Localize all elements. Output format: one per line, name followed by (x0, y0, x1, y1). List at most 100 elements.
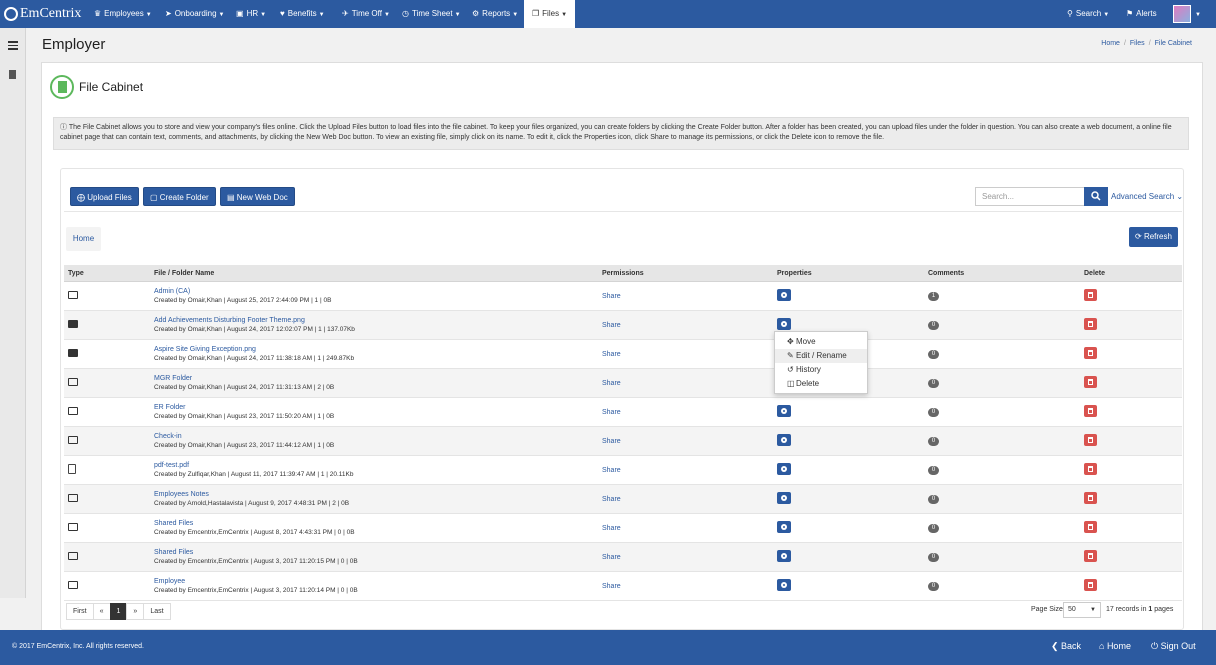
trash-icon[interactable] (1084, 434, 1097, 446)
upload-files-button[interactable]: ⨁ Upload Files (70, 187, 139, 206)
avatar-caret[interactable]: ▼ (1193, 0, 1201, 28)
file-name-link[interactable]: Admin (CA) (154, 288, 594, 295)
share-link[interactable]: Share (602, 409, 621, 416)
comment-count-badge[interactable]: 0 (928, 436, 939, 446)
gear-icon[interactable] (777, 550, 791, 562)
menu-item-move[interactable]: ✥ Move (775, 335, 867, 349)
nav-search[interactable]: ⚲ Search ▼ (1067, 0, 1109, 28)
trash-icon[interactable] (1084, 347, 1097, 359)
comment-count-badge[interactable]: 0 (928, 523, 939, 533)
nav-alerts[interactable]: ⚑ Alerts (1126, 0, 1157, 28)
share-link[interactable]: Share (602, 322, 621, 329)
trash-icon[interactable] (1084, 521, 1097, 533)
sign-out-link[interactable]: ⏻ Sign Out (1151, 641, 1196, 652)
pager-prev[interactable]: « (92, 603, 111, 620)
nav-files[interactable]: ❐ Files ▼ (524, 0, 576, 28)
refresh-button[interactable]: ⟳ Refresh (1129, 227, 1178, 247)
file-name-link[interactable]: Employees Notes (154, 491, 594, 498)
gear-icon[interactable] (777, 492, 791, 504)
file-name-link[interactable]: Add Achievements Disturbing Footer Theme… (154, 317, 594, 324)
share-link[interactable]: Share (602, 583, 621, 590)
gear-icon[interactable] (777, 579, 791, 591)
gear-icon[interactable] (777, 289, 791, 301)
comment-count-badge[interactable]: 0 (928, 378, 939, 388)
comment-count-badge[interactable]: 0 (928, 552, 939, 562)
share-link[interactable]: Share (602, 496, 621, 503)
pager-next[interactable]: » (126, 603, 145, 620)
gear-icon[interactable] (777, 434, 791, 446)
file-name-link[interactable]: MGR Folder (154, 375, 594, 382)
trash-icon[interactable] (1084, 405, 1097, 417)
menu-item-edit-rename[interactable]: ✎ Edit / Rename (775, 349, 867, 363)
share-link[interactable]: Share (602, 438, 621, 445)
document-icon[interactable] (9, 70, 16, 79)
permissions-cell: Share (598, 542, 773, 572)
file-name-link[interactable]: Employee (154, 578, 594, 585)
share-link[interactable]: Share (602, 554, 621, 561)
file-name-link[interactable]: Shared Files (154, 549, 594, 556)
type-cell (64, 426, 150, 456)
gear-icon[interactable] (777, 521, 791, 533)
back-link[interactable]: ❮ Back (1051, 641, 1081, 652)
search-input[interactable]: Search... (975, 187, 1085, 206)
file-name-link[interactable]: Check-in (154, 433, 594, 440)
breadcrumb-home[interactable]: Home (1101, 40, 1120, 47)
trash-icon[interactable] (1084, 376, 1097, 388)
delete-cell (1080, 455, 1182, 485)
menu-item-delete[interactable]: ◫Delete (775, 377, 867, 391)
comment-count-badge[interactable]: 0 (928, 349, 939, 359)
share-link[interactable]: Share (602, 467, 621, 474)
trash-icon[interactable] (1084, 463, 1097, 475)
file-name-link[interactable]: ER Folder (154, 404, 594, 411)
gear-icon[interactable] (777, 318, 791, 330)
file-name-link[interactable]: Shared Files (154, 520, 594, 527)
nav-hr[interactable]: ▣ HR ▼ (236, 0, 266, 28)
nav-reports[interactable]: ⚙ Reports ▼ (472, 0, 518, 28)
trash-icon[interactable] (1084, 289, 1097, 301)
comment-count-badge[interactable]: 0 (928, 320, 939, 330)
brand-logo[interactable]: EmCentrix (4, 0, 81, 28)
gear-icon[interactable] (777, 463, 791, 475)
home-link[interactable]: ⌂ Home (1099, 641, 1131, 651)
comment-count-badge[interactable]: 1 (928, 291, 939, 301)
col-delete: Delete (1080, 265, 1182, 282)
share-link[interactable]: Share (602, 525, 621, 532)
create-folder-button[interactable]: ▢ Create Folder (143, 187, 216, 206)
pager-first[interactable]: First (66, 603, 94, 620)
gear-icon[interactable] (777, 405, 791, 417)
delete-cell (1080, 426, 1182, 456)
advanced-search-link[interactable]: Advanced Search ⌄ (1111, 192, 1183, 201)
nav-time-sheet[interactable]: ◷ Time Sheet ▼ (402, 0, 461, 28)
pager-current[interactable]: 1 (109, 603, 128, 620)
share-link[interactable]: Share (602, 380, 621, 387)
trash-icon[interactable] (1084, 550, 1097, 562)
trash-icon[interactable] (1084, 492, 1097, 504)
share-link[interactable]: Share (602, 293, 621, 300)
folder-icon (68, 552, 78, 560)
folder-tab-home[interactable]: Home (66, 227, 101, 251)
nav-employees[interactable]: ♛ Employees ▼ (94, 0, 152, 28)
menu-item-history[interactable]: ↺ History (775, 363, 867, 377)
comment-count-badge[interactable]: 0 (928, 465, 939, 475)
comment-count-badge[interactable]: 0 (928, 494, 939, 504)
comment-count-badge[interactable]: 0 (928, 581, 939, 591)
user-avatar[interactable] (1173, 5, 1191, 23)
breadcrumb-files[interactable]: Files (1130, 40, 1145, 47)
new-web-doc-button[interactable]: ▤ New Web Doc (220, 187, 295, 206)
page-size-label: Page Size (1031, 606, 1063, 613)
delete-cell (1080, 339, 1182, 369)
nav-benefits[interactable]: ♥ Benefits ▼ (280, 0, 325, 28)
file-name-link[interactable]: Aspire Site Giving Exception.png (154, 346, 594, 353)
search-button[interactable] (1084, 187, 1108, 206)
share-link[interactable]: Share (602, 351, 621, 358)
pager-last[interactable]: Last (143, 603, 171, 620)
hamburger-menu-icon[interactable] (8, 41, 18, 52)
trash-icon[interactable] (1084, 318, 1097, 330)
file-name-link[interactable]: pdf-test.pdf (154, 462, 594, 469)
comment-count-badge[interactable]: 0 (928, 407, 939, 417)
nav-onboarding[interactable]: ➤ Onboarding ▼ (165, 0, 224, 28)
comments-cell: 0 (924, 455, 1080, 485)
trash-icon[interactable] (1084, 579, 1097, 591)
page-size-select[interactable]: 50 ▼ (1063, 602, 1101, 618)
nav-time-off[interactable]: ✈ Time Off ▼ (342, 0, 390, 28)
